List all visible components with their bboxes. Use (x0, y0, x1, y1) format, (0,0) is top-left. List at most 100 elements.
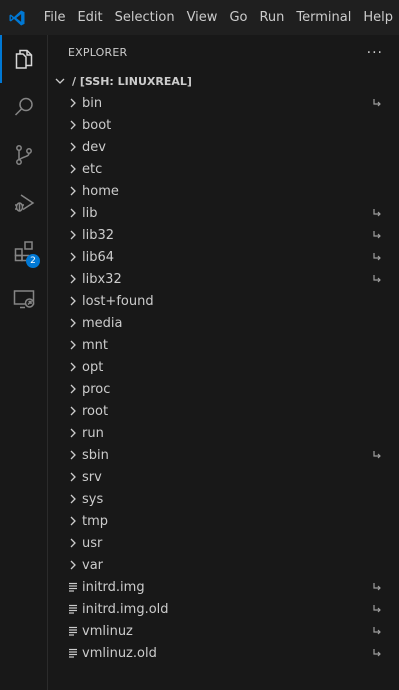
folder-item[interactable]: root (49, 400, 399, 422)
folder-item[interactable]: lib32 (49, 224, 399, 246)
chevron-right-icon (70, 384, 76, 394)
chevron-right-container (65, 425, 81, 441)
chevron-right-icon (70, 560, 76, 570)
folder-item[interactable]: media (49, 312, 399, 334)
explorer-sidebar: EXPLORER ··· / [SSH: LINUXREAL] bin boot d… (49, 35, 399, 690)
folder-item[interactable]: proc (49, 378, 399, 400)
tree-item-label: root (82, 403, 109, 419)
menu-edit[interactable]: Edit (71, 0, 108, 35)
menu-terminal[interactable]: Terminal (290, 0, 357, 35)
folder-item[interactable]: etc (49, 158, 399, 180)
chevron-right-container (65, 139, 81, 155)
activity-remote-explorer[interactable] (0, 275, 48, 323)
chevron-right-icon (70, 318, 76, 328)
folder-item[interactable]: lost+found (49, 290, 399, 312)
folder-item[interactable]: usr (49, 532, 399, 554)
tree-item-label: dev (82, 139, 106, 155)
tree-item-label: lib32 (82, 227, 115, 243)
chevron-right-icon (70, 472, 76, 482)
file-item[interactable]: vmlinuz (49, 620, 399, 642)
sidebar-title: EXPLORER (68, 46, 128, 59)
more-actions-button[interactable]: ··· (367, 45, 383, 61)
tree-item-label: mnt (82, 337, 108, 353)
tree-item-label: lib64 (82, 249, 115, 265)
folder-item[interactable]: tmp (49, 510, 399, 532)
activity-bar: 2 (0, 35, 48, 690)
workspace-section-header[interactable]: / [SSH: LINUXREAL] (49, 70, 399, 92)
chevron-right-container (65, 469, 81, 485)
extensions-badge: 2 (26, 254, 40, 268)
tree-item-label: home (82, 183, 119, 199)
menu-bar: File Edit Selection View Go Run Terminal… (38, 0, 399, 35)
folder-item[interactable]: lib (49, 202, 399, 224)
chevron-right-icon (70, 230, 76, 240)
chevron-right-container (65, 205, 81, 221)
folder-item[interactable]: libx32 (49, 268, 399, 290)
chevron-right-icon (70, 208, 76, 218)
folder-item[interactable]: opt (49, 356, 399, 378)
chevron-right-icon (70, 274, 76, 284)
chevron-right-container (65, 315, 81, 331)
chevron-right-container (65, 161, 81, 177)
tree-item-label: initrd.img (82, 579, 145, 595)
chevron-right-container (65, 249, 81, 265)
folder-item[interactable]: run (49, 422, 399, 444)
chevron-right-container (65, 227, 81, 243)
tree-item-label: lost+found (82, 293, 154, 309)
folder-item[interactable]: mnt (49, 334, 399, 356)
folder-item[interactable]: dev (49, 136, 399, 158)
file-icon-container (65, 645, 81, 661)
chevron-right-icon (70, 406, 76, 416)
activity-extensions[interactable]: 2 (0, 227, 48, 275)
menu-help[interactable]: Help (357, 0, 399, 35)
menu-view[interactable]: View (181, 0, 224, 35)
chevron-down-icon (55, 78, 65, 84)
chevron-right-container (65, 403, 81, 419)
activity-source-control[interactable] (0, 131, 48, 179)
workspace-section-title: / [SSH: LINUXREAL] (72, 74, 192, 88)
folder-item[interactable]: lib64 (49, 246, 399, 268)
folder-item[interactable]: boot (49, 114, 399, 136)
activity-run-debug[interactable] (0, 179, 48, 227)
menu-go[interactable]: Go (223, 0, 253, 35)
folder-item[interactable]: srv (49, 466, 399, 488)
tree-item-label: srv (82, 469, 102, 485)
vscode-logo-icon[interactable] (0, 0, 34, 35)
folder-item[interactable]: sbin (49, 444, 399, 466)
activity-search[interactable] (0, 83, 48, 131)
chevron-right-container (65, 117, 81, 133)
chevron-right-icon (70, 340, 76, 350)
symlink-arrow-icon (373, 231, 381, 239)
menu-run[interactable]: Run (253, 0, 290, 35)
chevron-right-icon (70, 252, 76, 262)
tree-item-label: initrd.img.old (82, 601, 169, 617)
chevron-right-container (65, 337, 81, 353)
chevron-right-icon (70, 428, 76, 438)
tree-item-label: lib (82, 205, 98, 221)
activity-explorer[interactable] (0, 35, 48, 83)
symlink-arrow-icon (373, 209, 381, 217)
tree-item-label: media (82, 315, 123, 331)
file-item[interactable]: vmlinuz.old (49, 642, 399, 664)
tree-item-label: usr (82, 535, 103, 551)
symlink-arrow-icon (373, 253, 381, 261)
file-item[interactable]: initrd.img (49, 576, 399, 598)
file-icon-container (65, 623, 81, 639)
symlink-arrow-icon (373, 627, 381, 635)
symlink-arrow-icon (373, 275, 381, 283)
sidebar-header: EXPLORER ··· (49, 35, 399, 70)
tree-item-label: etc (82, 161, 103, 177)
file-item[interactable]: initrd.img.old (49, 598, 399, 620)
symlink-arrow-icon (373, 649, 381, 657)
remote-explorer-icon (13, 290, 35, 309)
folder-item[interactable]: home (49, 180, 399, 202)
folder-item[interactable]: var (49, 554, 399, 576)
menu-file[interactable]: File (38, 0, 72, 35)
chevron-right-icon (70, 98, 76, 108)
folder-item[interactable]: sys (49, 488, 399, 510)
tree-item-label: sbin (82, 447, 109, 463)
chevron-right-icon (70, 516, 76, 526)
folder-item[interactable]: bin (49, 92, 399, 114)
file-lines-icon (69, 582, 77, 592)
menu-selection[interactable]: Selection (109, 0, 181, 35)
